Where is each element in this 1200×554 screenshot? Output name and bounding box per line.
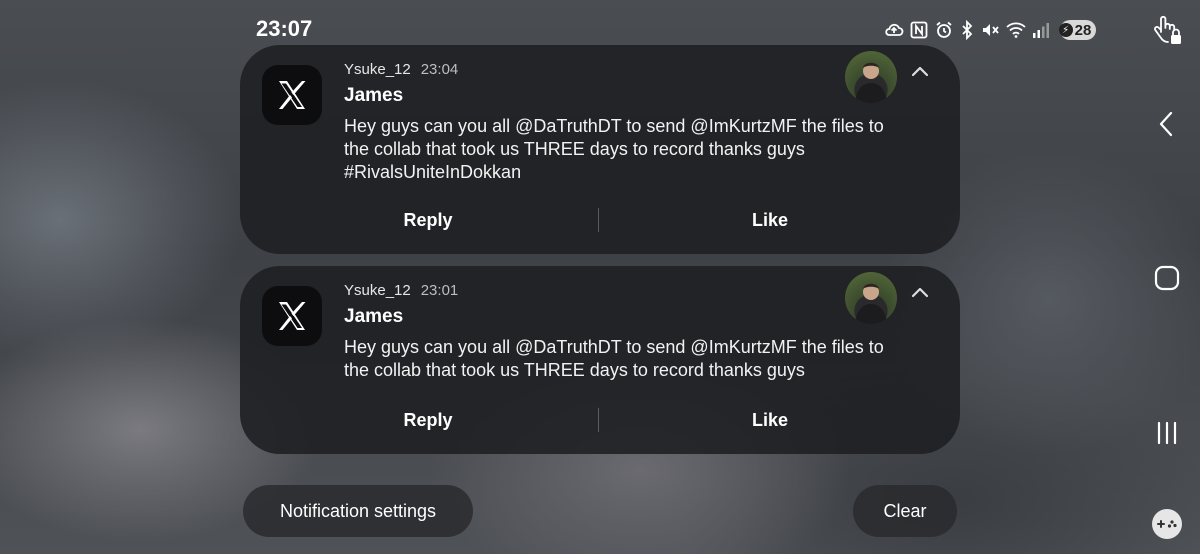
notification-settings-button[interactable]: Notification settings xyxy=(243,485,473,537)
notification-actions: Reply Like xyxy=(240,200,960,240)
notification-body: Hey guys can you all @DaTruthDT to send … xyxy=(344,336,944,382)
body-line: the collab that took us THREE days to re… xyxy=(344,139,805,159)
nfc-icon xyxy=(910,21,928,39)
touch-lock-icon[interactable] xyxy=(1133,12,1200,48)
sender-name: Ysuke_12 xyxy=(344,61,411,78)
x-logo-icon xyxy=(262,65,322,125)
alarm-icon xyxy=(936,21,952,38)
sender-name: Ysuke_12 xyxy=(344,282,411,299)
body-line: the collab that took us THREE days to re… xyxy=(344,360,805,380)
avatar xyxy=(845,272,897,324)
like-button[interactable]: Like xyxy=(710,200,830,240)
notification-body: Hey guys can you all @DaTruthDT to send … xyxy=(344,115,944,184)
status-icons: ⚡ 28 xyxy=(884,18,1096,42)
home-icon[interactable] xyxy=(1133,264,1200,292)
notification-title: James xyxy=(344,85,404,106)
notification-title: James xyxy=(344,306,404,327)
reply-button[interactable]: Reply xyxy=(368,200,488,240)
notification-time: 23:01 xyxy=(420,282,459,299)
body-line: Hey guys can you all @DaTruthDT to send … xyxy=(344,116,884,136)
battery-level: 28 xyxy=(1074,21,1092,39)
back-icon[interactable] xyxy=(1133,110,1200,138)
cloud-upload-icon xyxy=(885,23,904,36)
action-divider xyxy=(598,208,599,232)
charging-bolt-icon: ⚡ xyxy=(1058,23,1073,37)
mute-icon xyxy=(983,24,999,36)
collapse-chevron-icon[interactable] xyxy=(907,280,933,306)
reply-button[interactable]: Reply xyxy=(368,400,488,440)
notification-time: 23:04 xyxy=(420,61,459,78)
wifi-icon xyxy=(1006,22,1026,38)
bluetooth-icon xyxy=(962,20,973,40)
notification-card[interactable]: Ysuke_12 23:01 James Hey guys can you all… xyxy=(240,266,960,454)
status-clock: 23:07 xyxy=(256,16,313,41)
avatar xyxy=(845,51,897,103)
collapse-chevron-icon[interactable] xyxy=(907,59,933,85)
battery-icon: ⚡ 28 xyxy=(1058,20,1096,40)
signal-icon xyxy=(1033,23,1049,38)
game-controller-icon[interactable] xyxy=(1133,506,1200,542)
navigation-bar xyxy=(1133,0,1200,554)
body-line: Hey guys can you all @DaTruthDT to send … xyxy=(344,337,884,357)
notification-actions: Reply Like xyxy=(240,400,960,440)
body-line: #RivalsUniteInDokkan xyxy=(344,162,522,182)
recents-icon[interactable] xyxy=(1133,420,1200,446)
x-logo-icon xyxy=(262,286,322,346)
notification-meta: Ysuke_12 23:01 xyxy=(344,282,458,299)
notification-meta: Ysuke_12 23:04 xyxy=(344,61,458,78)
like-button[interactable]: Like xyxy=(710,400,830,440)
action-divider xyxy=(598,408,599,432)
notification-card[interactable]: Ysuke_12 23:04 James Hey guys can you all… xyxy=(240,45,960,254)
clear-button[interactable]: Clear xyxy=(853,485,957,537)
